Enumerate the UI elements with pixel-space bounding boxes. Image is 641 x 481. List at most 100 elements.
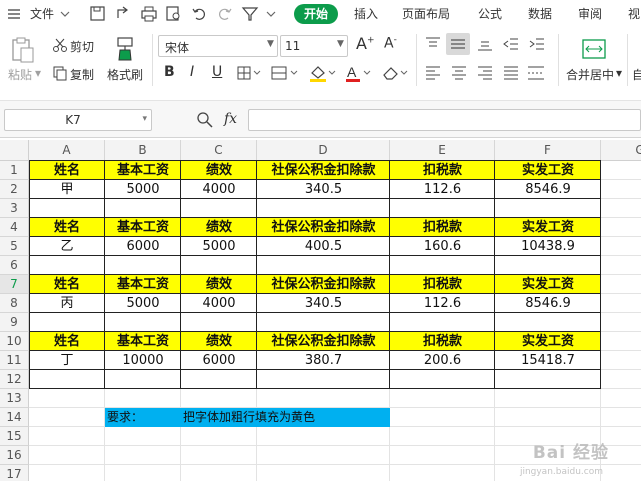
save-icon[interactable] <box>88 4 108 24</box>
copy-icon[interactable] <box>52 65 68 84</box>
header-cell[interactable]: 扣税款 <box>390 275 495 294</box>
data-cell[interactable]: 340.5 <box>257 294 390 313</box>
data-cell[interactable]: 112.6 <box>390 180 495 199</box>
row-header-11[interactable]: 11 <box>0 351 29 370</box>
merge-center-icon[interactable] <box>582 38 606 63</box>
row-header-8[interactable]: 8 <box>0 294 29 313</box>
paste-icon[interactable] <box>10 36 36 67</box>
filter-icon[interactable] <box>240 4 260 24</box>
row-header-6[interactable]: 6 <box>0 256 29 275</box>
chevron-down-icon[interactable]: ▾ <box>616 66 622 80</box>
data-cell[interactable]: 甲 <box>29 180 105 199</box>
tab-data[interactable]: 数据 <box>528 5 552 22</box>
header-cell[interactable]: 基本工资 <box>105 275 181 294</box>
data-cell[interactable]: 6000 <box>181 351 257 370</box>
data-cell[interactable]: 400.5 <box>257 237 390 256</box>
data-cell[interactable]: 5000 <box>105 180 181 199</box>
align-bottom-icon[interactable] <box>476 36 494 55</box>
row-header-16[interactable]: 16 <box>0 446 29 465</box>
data-cell[interactable]: 112.6 <box>390 294 495 313</box>
format-painter-icon[interactable] <box>114 36 136 65</box>
chevron-down-icon[interactable]: ▾ <box>35 66 41 80</box>
header-cell[interactable]: 绩效 <box>181 218 257 237</box>
data-cell[interactable]: 5000 <box>181 237 257 256</box>
paste-button[interactable]: 粘贴 <box>8 66 32 83</box>
bold-icon[interactable]: B <box>164 64 175 80</box>
data-cell[interactable]: 丁 <box>29 351 105 370</box>
data-cell[interactable]: 5000 <box>105 294 181 313</box>
align-center-icon[interactable] <box>450 65 468 84</box>
eraser-icon[interactable] <box>380 63 410 86</box>
row-header-12[interactable]: 12 <box>0 370 29 389</box>
align-top-icon[interactable] <box>424 36 442 55</box>
row-header-1[interactable]: 1 <box>0 161 29 180</box>
column-header-e[interactable]: E <box>390 140 495 161</box>
row-header-9[interactable]: 9 <box>0 313 29 332</box>
tab-view[interactable]: 视 <box>628 5 640 22</box>
data-cell[interactable]: 8546.9 <box>495 180 601 199</box>
font-size-select[interactable]: 11 ▼ <box>280 35 348 57</box>
select-all-corner[interactable] <box>0 140 29 161</box>
auto-wrap-button[interactable]: 自 <box>632 66 641 83</box>
italic-icon[interactable]: I <box>190 64 194 80</box>
data-cell[interactable]: 8546.9 <box>495 294 601 313</box>
data-cell[interactable]: 380.7 <box>257 351 390 370</box>
redo-icon[interactable] <box>214 4 234 24</box>
column-header-f[interactable]: F <box>495 140 601 161</box>
header-cell[interactable]: 姓名 <box>29 218 105 237</box>
decrease-font-icon[interactable]: A- <box>384 35 397 52</box>
justify-icon[interactable] <box>502 65 520 84</box>
row-header-10[interactable]: 10 <box>0 332 29 351</box>
data-cell[interactable]: 15418.7 <box>495 351 601 370</box>
cut-button[interactable]: 剪切 <box>70 38 94 55</box>
data-cell[interactable]: 4000 <box>181 180 257 199</box>
tab-page-layout[interactable]: 页面布局 <box>402 5 450 22</box>
tab-formulas[interactable]: 公式 <box>478 5 502 22</box>
underline-icon[interactable]: U <box>212 64 222 80</box>
zoom-search-icon[interactable] <box>196 111 214 132</box>
align-right-icon[interactable] <box>476 65 494 84</box>
header-cell[interactable]: 实发工资 <box>495 275 601 294</box>
header-cell[interactable]: 社保公积金扣除款 <box>257 332 390 351</box>
header-cell[interactable]: 社保公积金扣除款 <box>257 275 390 294</box>
header-cell[interactable]: 实发工资 <box>495 161 601 180</box>
column-header-a[interactable]: A <box>29 140 105 161</box>
indent-icon[interactable] <box>528 36 546 55</box>
row-header-17[interactable]: 17 <box>0 465 29 481</box>
fill-color-icon[interactable] <box>308 63 338 86</box>
data-cell[interactable]: 丙 <box>29 294 105 313</box>
tab-home[interactable]: 开始 <box>294 4 338 24</box>
menu-icon[interactable] <box>5 4 25 24</box>
chevron-down-icon[interactable] <box>58 4 78 24</box>
data-cell[interactable]: 340.5 <box>257 180 390 199</box>
header-cell[interactable]: 姓名 <box>29 161 105 180</box>
header-cell[interactable]: 绩效 <box>181 332 257 351</box>
header-cell[interactable]: 姓名 <box>29 332 105 351</box>
header-cell[interactable]: 扣税款 <box>390 161 495 180</box>
data-cell[interactable]: 200.6 <box>390 351 495 370</box>
header-cell[interactable]: 实发工资 <box>495 332 601 351</box>
row-header-14[interactable]: 14 <box>0 408 29 427</box>
row-header-15[interactable]: 15 <box>0 427 29 446</box>
header-cell[interactable]: 实发工资 <box>495 218 601 237</box>
column-header-d[interactable]: D <box>257 140 390 161</box>
copy-button[interactable]: 复制 <box>70 66 94 83</box>
row-header-2[interactable]: 2 <box>0 180 29 199</box>
header-cell[interactable]: 基本工资 <box>105 332 181 351</box>
row-header-3[interactable]: 3 <box>0 199 29 218</box>
data-cell[interactable]: 6000 <box>105 237 181 256</box>
fx-icon[interactable]: fx <box>224 111 237 127</box>
merge-center-button[interactable]: 合并居中 <box>566 66 614 83</box>
row-header-4[interactable]: 4 <box>0 218 29 237</box>
header-cell[interactable]: 基本工资 <box>105 218 181 237</box>
header-cell[interactable]: 绩效 <box>181 161 257 180</box>
note-label[interactable]: 要求： <box>107 408 177 427</box>
header-cell[interactable]: 社保公积金扣除款 <box>257 161 390 180</box>
header-cell[interactable]: 扣税款 <box>390 218 495 237</box>
column-header-b[interactable]: B <box>105 140 181 161</box>
format-painter-button[interactable]: 格式刷 <box>107 66 143 83</box>
print-icon[interactable] <box>139 4 159 24</box>
font-color-icon[interactable]: A <box>344 63 374 86</box>
data-cell[interactable]: 10438.9 <box>495 237 601 256</box>
name-box[interactable]: K7 ▾ <box>4 109 152 131</box>
